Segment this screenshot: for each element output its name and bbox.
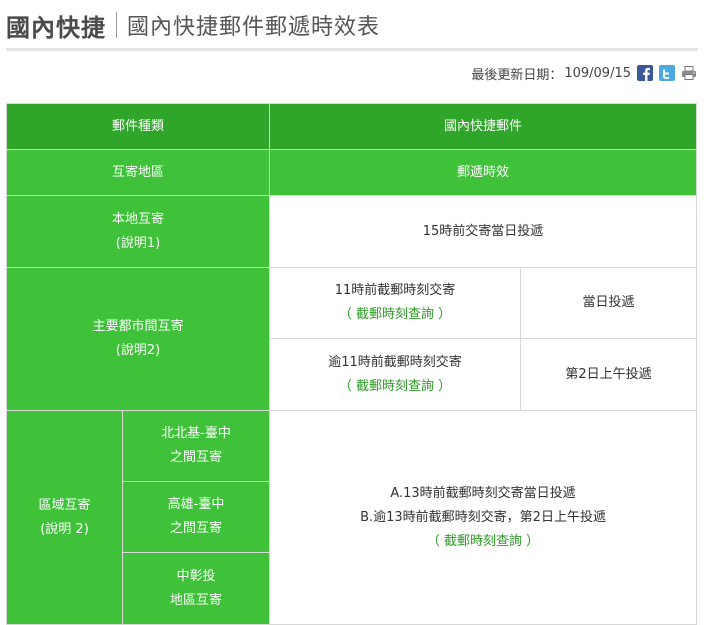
twitter-icon[interactable]	[659, 65, 675, 81]
regional-sub-north-taichung: 北北基-臺中 之間互寄	[121, 410, 271, 482]
page-title: 國內快捷	[6, 13, 106, 42]
regional-time-b: B.逾13時前截郵時刻交寄，第2日上午投遞	[360, 509, 606, 525]
major-city-condition-2: 逾11時前截郵時刻交寄 （ 截郵時刻查詢 ）	[269, 338, 522, 411]
col-header-time: 郵遞時效	[269, 149, 698, 196]
table-row: 主要都市間互寄 (說明2) 11時前截郵時刻交寄 （ 截郵時刻查詢 ） 當日投遞	[5, 267, 698, 411]
header-rule	[6, 48, 698, 51]
local-delivery-time: 15時前交寄當日投遞	[269, 195, 698, 268]
last-updated-label: 最後更新日期：	[471, 67, 563, 83]
major-city-time-2: 第2日上午投遞	[520, 338, 698, 411]
regional-time-a: A.13時前截郵時刻交寄當日投遞	[390, 485, 576, 501]
cutoff-time-link[interactable]: （ 截郵時刻查詢 ）	[270, 375, 520, 399]
meta-bar: 最後更新日期： 109/09/15	[471, 62, 697, 84]
region-major-city-label: 主要都市間互寄	[92, 319, 184, 334]
regional-delivery-time: A.13時前截郵時刻交寄當日投遞 B.逾13時前截郵時刻交寄，第2日上午投遞 （…	[269, 410, 698, 625]
title-divider	[116, 12, 117, 38]
region-regional-note: (說明 2)	[40, 521, 89, 537]
page-header: 國內快捷 國內快捷郵件郵遞時效表	[6, 8, 380, 42]
table-row: 區域互寄 (說明 2) 北北基-臺中 之間互寄 A.13時前截郵時刻交寄當日投遞…	[6, 410, 698, 625]
sub-region-line1: 北北基-臺中	[161, 426, 231, 441]
regional-sub-kaohsiung-taichung: 高雄-臺中 之間互寄	[121, 481, 271, 553]
page-subtitle: 國內快捷郵件郵遞時效表	[127, 15, 381, 40]
table-subheader-row: 互寄地區 郵遞時效	[5, 149, 698, 196]
table-row: 本地互寄 (說明1) 15時前交寄當日投遞	[5, 195, 698, 268]
region-local: 本地互寄 (說明1)	[5, 195, 271, 268]
region-major-city-note: (說明2)	[115, 343, 161, 358]
region-regional: 區域互寄 (說明 2)	[6, 410, 123, 625]
last-updated-value: 109/09/15	[564, 65, 631, 81]
region-local-note: (說明1)	[115, 235, 161, 251]
region-local-label: 本地互寄	[112, 211, 165, 227]
facebook-icon[interactable]	[637, 65, 653, 81]
condition-text: 11時前截郵時刻交寄	[334, 283, 456, 298]
col-header-region: 互寄地區	[5, 149, 271, 196]
table-header-row: 郵件種類 國內快捷郵件	[5, 103, 698, 150]
sub-region-line1: 高雄-臺中	[167, 497, 225, 512]
col-header-service: 國內快捷郵件	[269, 103, 698, 150]
sub-region-line2: 之間互寄	[170, 521, 223, 536]
col-header-type: 郵件種類	[5, 103, 271, 150]
regional-sub-changhua-nantou: 中彰投 地區互寄	[121, 552, 271, 625]
major-city-time-1: 當日投遞	[520, 267, 698, 339]
delivery-time-table: 郵件種類 國內快捷郵件 互寄地區 郵遞時效 本地互寄 (說明1) 15時前交寄當…	[5, 103, 698, 625]
sub-region-line2: 之間互寄	[170, 450, 223, 465]
region-regional-label: 區域互寄	[38, 497, 91, 513]
cutoff-time-link[interactable]: （ 截郵時刻查詢 ）	[270, 530, 696, 554]
print-icon[interactable]	[681, 65, 697, 81]
sub-region-line1: 中彰投	[176, 568, 216, 584]
region-major-city: 主要都市間互寄 (說明2)	[5, 267, 271, 411]
condition-text: 逾11時前截郵時刻交寄	[328, 354, 462, 370]
cutoff-time-link[interactable]: （ 截郵時刻查詢 ）	[270, 303, 520, 327]
sub-region-line2: 地區互寄	[170, 592, 223, 608]
major-city-condition-1: 11時前截郵時刻交寄 （ 截郵時刻查詢 ）	[269, 267, 522, 339]
